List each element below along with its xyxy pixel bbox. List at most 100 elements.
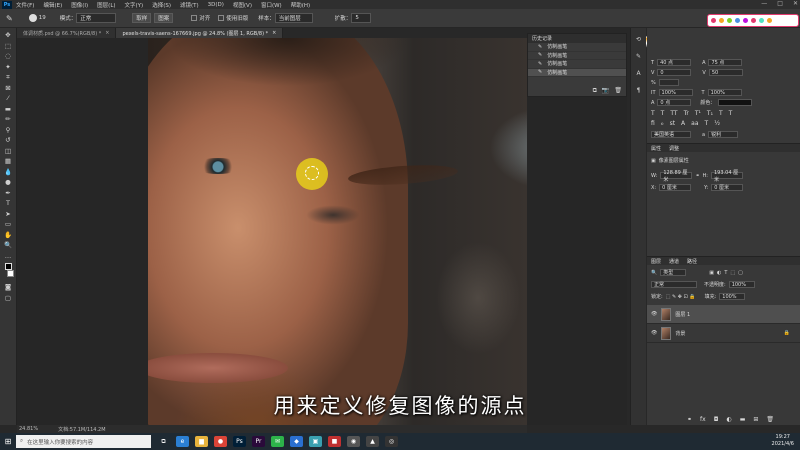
- task-view-taskbar-icon[interactable]: ⧉: [157, 436, 170, 447]
- fraction-icon[interactable]: ½: [714, 120, 720, 127]
- fill-field[interactable]: 100%: [719, 293, 746, 300]
- menu-edit[interactable]: 编辑(E): [43, 1, 62, 9]
- height-field[interactable]: 193.04 厘米: [711, 170, 743, 183]
- menu-filter[interactable]: 滤镜(T): [180, 1, 199, 9]
- more-tools-icon[interactable]: …: [4, 252, 12, 260]
- character-panel-icon[interactable]: A: [636, 70, 640, 77]
- adjustment-layer-icon[interactable]: ◐: [726, 416, 731, 423]
- explorer-taskbar-icon[interactable]: ▆: [195, 436, 208, 447]
- chrome-taskbar-icon[interactable]: ●: [214, 436, 227, 447]
- marquee-tool-icon[interactable]: ⬚: [4, 42, 12, 50]
- underline-icon[interactable]: T: [719, 110, 723, 117]
- minimize-button[interactable]: —: [761, 0, 767, 7]
- layer-kind-select[interactable]: 类型: [660, 269, 687, 276]
- add-mask-icon[interactable]: ◘: [714, 416, 719, 423]
- edge-taskbar-icon[interactable]: e: [176, 436, 189, 447]
- lasso-tool-icon[interactable]: ◌: [4, 53, 12, 60]
- menu-image[interactable]: 图像(I): [71, 1, 88, 9]
- sample-select[interactable]: 当前图层: [274, 13, 313, 23]
- percent-field[interactable]: [658, 79, 679, 86]
- source-pattern-button[interactable]: 图案: [154, 13, 174, 23]
- menu-window[interactable]: 窗口(W): [261, 1, 282, 9]
- tracking-field[interactable]: 50: [708, 69, 743, 76]
- screen-mode-icon[interactable]: ▢: [4, 294, 12, 302]
- app-9-taskbar-icon[interactable]: ▣: [309, 436, 322, 447]
- eyedropper-icon[interactable]: ⁄: [4, 95, 12, 102]
- titling-icon[interactable]: aa: [691, 120, 698, 127]
- zoom-tool-icon[interactable]: 🔍: [4, 242, 12, 249]
- history-brush-icon[interactable]: ↺: [4, 137, 12, 144]
- delete-layer-icon[interactable]: 🗑: [766, 416, 774, 423]
- history-item-selected[interactable]: ✎ 仿制画笔: [528, 68, 626, 77]
- brush-tool-icon[interactable]: ✏: [4, 116, 12, 123]
- tab-paths[interactable]: 路径: [687, 258, 697, 265]
- zoom-level[interactable]: 24.81%: [19, 426, 38, 432]
- tab-channels[interactable]: 通道: [669, 258, 679, 265]
- close-button[interactable]: ✕: [793, 0, 798, 7]
- hand-tool-icon[interactable]: ✋: [4, 231, 12, 239]
- app-12-taskbar-icon[interactable]: ▲: [366, 436, 379, 447]
- tab-document-1[interactable]: 体调材质.psd @ 66.7%(RGB/8) * ×: [17, 28, 117, 38]
- delete-state-icon[interactable]: 🗑: [614, 87, 622, 95]
- taskbar-clock[interactable]: 19:27 2021/4/6: [772, 434, 794, 448]
- clone-stamp-tool-icon[interactable]: ⚲: [4, 126, 12, 134]
- x-field[interactable]: 0 厘米: [659, 184, 692, 191]
- anti-alias-select[interactable]: 锐利: [708, 131, 739, 138]
- snapshot-camera-icon[interactable]: 📷: [602, 87, 609, 95]
- menu-view[interactable]: 视图(V): [233, 1, 252, 9]
- history-item[interactable]: ✎ 仿制画笔: [528, 52, 626, 60]
- y-field[interactable]: 0 厘米: [711, 184, 744, 191]
- tab-adjustments[interactable]: 调整: [669, 145, 679, 152]
- path-select-icon[interactable]: ➤: [4, 210, 12, 218]
- strikethrough-icon[interactable]: T: [729, 110, 733, 117]
- frame-tool-icon[interactable]: ⊠: [4, 84, 12, 92]
- close-tab-icon[interactable]: ×: [105, 30, 109, 36]
- quick-mask-icon[interactable]: ◙: [4, 284, 12, 291]
- menu-layer[interactable]: 图层(L): [97, 1, 115, 9]
- faux-italic-icon[interactable]: T: [661, 110, 665, 117]
- new-layer-icon[interactable]: ⊞: [753, 416, 758, 423]
- discretionary-icon[interactable]: A: [681, 120, 685, 127]
- app-11-taskbar-icon[interactable]: ◉: [347, 436, 360, 447]
- brush-panel-icon[interactable]: ✎: [636, 53, 641, 60]
- history-item[interactable]: ✎ 仿制画笔: [528, 60, 626, 69]
- shape-tool-icon[interactable]: ▭: [4, 221, 12, 228]
- taskbar-search-box[interactable]: ⌕ 在这里输入你要搜索的内容: [16, 435, 151, 448]
- dodge-icon[interactable]: ●: [4, 179, 12, 186]
- clone-stamp-icon[interactable]: ✎: [6, 14, 13, 23]
- paragraph-panel-icon[interactable]: ¶: [637, 87, 641, 94]
- ligature-icon[interactable]: fi: [651, 120, 655, 127]
- move-tool-icon[interactable]: ✥: [4, 32, 12, 39]
- new-doc-from-state-icon[interactable]: ⧉: [593, 87, 597, 95]
- maximize-button[interactable]: □: [777, 0, 783, 7]
- new-group-icon[interactable]: ▬: [740, 416, 746, 423]
- faux-bold-icon[interactable]: T: [651, 110, 655, 117]
- gradient-icon[interactable]: ▦: [4, 158, 12, 165]
- aligned-checkbox[interactable]: [191, 15, 198, 21]
- close-tab-icon[interactable]: ×: [272, 30, 276, 36]
- font-size-field[interactable]: 40 点: [657, 59, 692, 66]
- width-field[interactable]: 128.89 厘米: [660, 170, 693, 183]
- visibility-eye-icon[interactable]: 👁: [651, 311, 657, 317]
- language-select[interactable]: 美国英语: [651, 131, 691, 138]
- history-item[interactable]: ✎ 仿制画笔: [528, 43, 626, 52]
- link-layers-icon[interactable]: ⚭: [687, 416, 692, 423]
- blend-mode-select[interactable]: 正常: [651, 281, 697, 288]
- baseline-field[interactable]: 0 点: [657, 99, 692, 106]
- small-caps-icon[interactable]: Tr: [684, 110, 689, 117]
- visibility-eye-icon[interactable]: 👁: [651, 330, 657, 336]
- wechat-taskbar-icon[interactable]: ✉: [271, 436, 284, 447]
- background-color-swatch[interactable]: [7, 269, 14, 277]
- healing-brush-icon[interactable]: ▬: [4, 105, 12, 113]
- superscript-icon[interactable]: T¹: [695, 110, 701, 117]
- menu-file[interactable]: 文件(F): [16, 1, 34, 9]
- eraser-icon[interactable]: ◫: [4, 147, 12, 155]
- pen-tool-icon[interactable]: ✒: [4, 189, 12, 197]
- swash-icon[interactable]: ℴ: [661, 120, 664, 127]
- layer-row-layer1[interactable]: 👁 图层 1: [647, 305, 800, 324]
- app-8-taskbar-icon[interactable]: ◆: [290, 436, 303, 447]
- app-10-taskbar-icon[interactable]: ■: [328, 436, 341, 447]
- menu-3d[interactable]: 3D(D): [208, 2, 224, 8]
- link-dimensions-icon[interactable]: ⚭: [695, 173, 699, 179]
- fx-icon[interactable]: fx: [700, 416, 706, 423]
